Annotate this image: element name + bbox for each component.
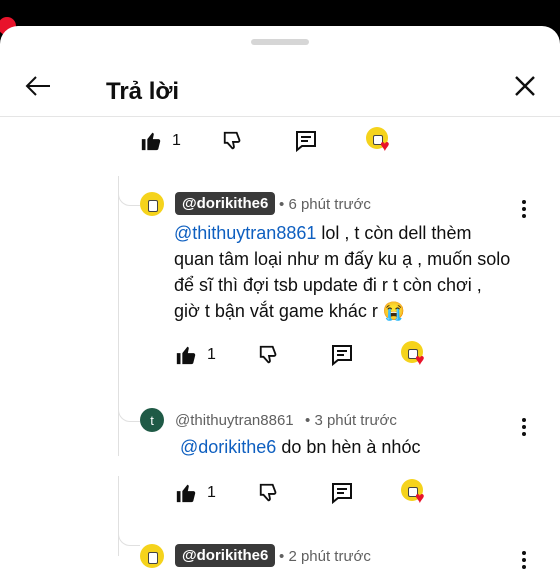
thread-connector bbox=[118, 186, 140, 206]
heart-icon: ♥ bbox=[415, 352, 425, 369]
mention-link[interactable]: @thithuytran8861 bbox=[174, 223, 316, 243]
creator-heart: ♥ bbox=[366, 127, 396, 157]
replies-sheet: Trả lời 1 ♥ @dorikithe6 • 6 phút trước @… bbox=[0, 26, 560, 586]
thumb-down-icon bbox=[223, 131, 241, 150]
close-button[interactable] bbox=[505, 66, 545, 106]
dislike-button[interactable] bbox=[258, 344, 280, 366]
like-count: 1 bbox=[207, 346, 216, 363]
header-divider bbox=[0, 116, 560, 117]
like-count: 1 bbox=[172, 132, 181, 149]
thumb-down-icon bbox=[259, 345, 277, 364]
thread-connector bbox=[118, 402, 140, 422]
reply-button[interactable] bbox=[294, 129, 318, 153]
like-count: 1 bbox=[207, 484, 216, 501]
header: Trả lời bbox=[0, 52, 560, 116]
close-icon bbox=[515, 76, 535, 96]
avatar[interactable] bbox=[140, 544, 164, 568]
comment-time: • 2 phút trước bbox=[279, 548, 371, 565]
comment-time: • 6 phút trước bbox=[279, 196, 371, 213]
creator-heart: ♥ bbox=[401, 479, 431, 509]
avatar[interactable] bbox=[140, 192, 164, 216]
comment-icon bbox=[332, 483, 352, 505]
like-button[interactable]: 1 bbox=[140, 130, 181, 152]
author-name[interactable]: @dorikithe6 bbox=[175, 544, 276, 567]
comment-time: • 3 phút trước bbox=[305, 412, 397, 429]
reply-action-row: 1 ♥ bbox=[0, 340, 560, 374]
dislike-button[interactable] bbox=[258, 482, 280, 504]
heart-icon: ♥ bbox=[380, 138, 390, 155]
author-name[interactable]: @dorikithe6 bbox=[175, 192, 276, 215]
back-button[interactable] bbox=[18, 66, 58, 106]
arrow-left-icon bbox=[25, 76, 50, 96]
drag-handle[interactable] bbox=[251, 39, 309, 45]
like-button[interactable]: 1 bbox=[175, 344, 216, 366]
author-name[interactable]: @thithuytran8861 bbox=[175, 412, 294, 429]
comment-text: @dorikithe6 do bn hèn à nhóc bbox=[180, 437, 421, 457]
more-options-button[interactable] bbox=[514, 548, 534, 572]
avatar[interactable]: t bbox=[140, 408, 164, 432]
status-bar bbox=[0, 0, 560, 28]
mention-link[interactable]: @dorikithe6 bbox=[180, 437, 276, 457]
dislike-button[interactable] bbox=[222, 130, 244, 152]
comment-icon bbox=[296, 131, 316, 153]
thumb-up-icon bbox=[141, 132, 161, 151]
reply-button[interactable] bbox=[330, 343, 354, 367]
parent-action-row: 1 ♥ bbox=[0, 126, 560, 160]
creator-heart: ♥ bbox=[401, 341, 431, 371]
page-title: Trả lời bbox=[106, 78, 180, 105]
reply-button[interactable] bbox=[330, 481, 354, 505]
thumb-up-icon bbox=[176, 484, 196, 503]
like-button[interactable]: 1 bbox=[175, 482, 216, 504]
thumb-up-icon bbox=[176, 346, 196, 365]
thread-connector bbox=[118, 526, 140, 546]
comment-text: @thithuytran8861 lol , t còn dell thèm q… bbox=[174, 223, 511, 321]
comment-icon bbox=[332, 345, 352, 367]
reply-action-row: 1 ♥ bbox=[0, 478, 560, 512]
thumb-down-icon bbox=[259, 483, 277, 502]
more-options-button[interactable] bbox=[514, 197, 534, 221]
heart-icon: ♥ bbox=[415, 490, 425, 507]
